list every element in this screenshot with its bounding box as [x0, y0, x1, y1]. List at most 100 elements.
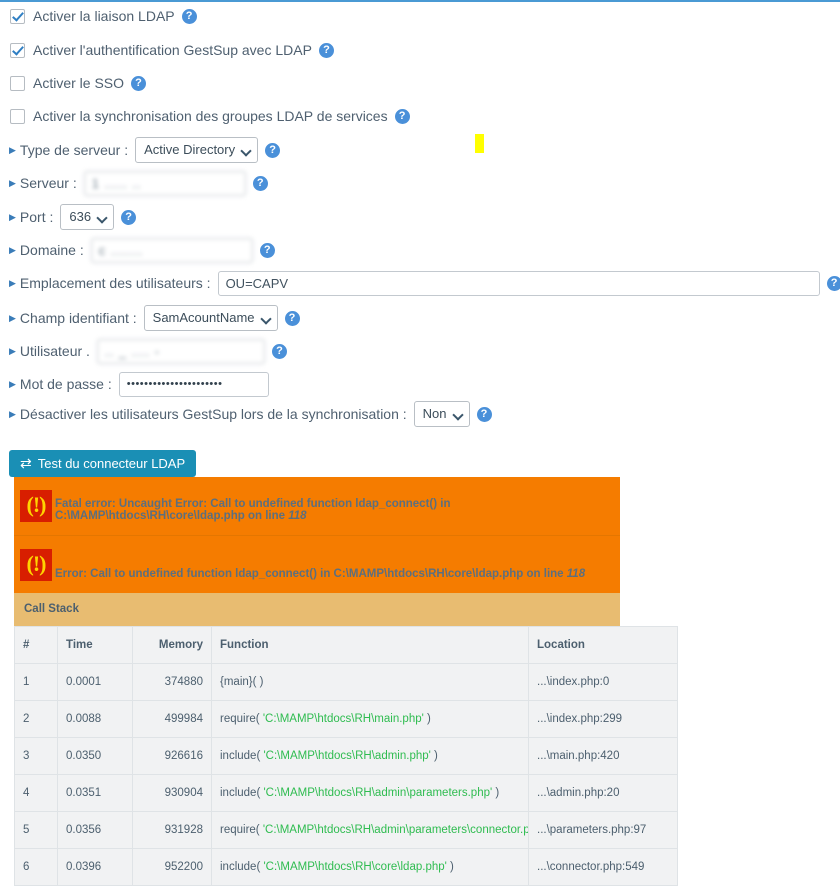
enable-gestsup-auth-label: Activer l'authentification GestSup avec …	[33, 42, 312, 58]
table-header-row: # Time Memory Function Location	[14, 626, 678, 664]
enable-group-sync-label: Activer la synchronisation des groupes L…	[33, 108, 388, 124]
checkbox-row-enable-group-sync[interactable]: Activer la synchronisation des groupes L…	[10, 105, 410, 127]
password-row: ▶ Mot de passe : ••••••••••••••••••••••	[9, 371, 269, 397]
cell-index: 2	[14, 700, 58, 738]
column-header-time: Time	[57, 626, 133, 664]
error-panel: (!) Fatal error: Uncaught Error: Call to …	[14, 477, 620, 593]
cell-index: 4	[14, 774, 58, 812]
help-icon[interactable]: ?	[826, 275, 840, 291]
column-header-function: Function	[211, 626, 529, 664]
server-type-label: Type de serveur :	[19, 142, 129, 158]
server-input[interactable]: 1 ..... ..	[83, 170, 246, 196]
help-icon[interactable]: ?	[265, 142, 281, 158]
user-location-input[interactable]: OU=CAPV	[217, 270, 820, 296]
id-field-select[interactable]: SamAcountName	[143, 305, 278, 331]
cell-location: ...\index.php:0	[528, 663, 678, 701]
test-ldap-connector-button[interactable]: ⇄ Test du connecteur LDAP	[9, 450, 197, 477]
column-header-location: Location	[528, 626, 678, 664]
table-row: 3 0.0350 926616 include( 'C:\MAMP\htdocs\RH…	[14, 737, 678, 775]
cell-location: ...\index.php:299	[528, 700, 678, 738]
bullet-caret-icon: ▶	[9, 177, 16, 188]
checkbox-row-enable-gestsup-auth[interactable]: Activer l'authentification GestSup avec …	[10, 39, 334, 61]
cell-location: ...\parameters.php:97	[528, 811, 678, 849]
error-text: Error: Call to undefined function ldap_c…	[55, 568, 586, 580]
help-icon[interactable]: ?	[252, 175, 268, 191]
help-icon[interactable]: ?	[259, 242, 275, 258]
call-stack-table: # Time Memory Function Location 1 0.0001 37488…	[14, 626, 678, 886]
enable-sso-checkbox[interactable]	[10, 75, 25, 91]
disable-users-select[interactable]: Non	[413, 401, 470, 427]
cell-time: 0.0350	[57, 737, 133, 775]
error-message-2: (!) Error: Call to undefined function lda…	[14, 535, 620, 593]
cell-index: 6	[14, 848, 58, 886]
cell-time: 0.0396	[57, 848, 133, 886]
bullet-caret-icon: ▶	[9, 378, 16, 389]
column-header-memory: Memory	[132, 626, 212, 664]
error-message-1: (!) Fatal error: Uncaught Error: Call to …	[14, 477, 620, 535]
help-icon[interactable]: ?	[318, 42, 334, 58]
id-field-label: Champ identifiant :	[19, 310, 137, 326]
password-label: Mot de passe :	[19, 376, 112, 392]
enable-group-sync-checkbox[interactable]	[10, 108, 25, 124]
cell-location: ...\connector.php:549	[528, 848, 678, 886]
domain-row: ▶ Domaine : c .......?	[9, 237, 275, 263]
bullet-caret-icon: ▶	[9, 312, 16, 323]
table-row: 2 0.0088 499984 require( 'C:\MAMP\htdocs\RH…	[14, 700, 678, 738]
password-input[interactable]: ••••••••••••••••••••••	[118, 371, 269, 397]
table-row: 4 0.0351 930904 include( 'C:\MAMP\htdocs\RH…	[14, 774, 678, 812]
cell-location: ...\main.php:420	[528, 737, 678, 775]
enable-ldap-link-checkbox[interactable]	[10, 8, 25, 24]
port-label: Port :	[19, 209, 54, 225]
help-icon[interactable]: ?	[284, 310, 300, 326]
call-stack-title: Call Stack	[14, 593, 620, 626]
checkbox-row-enable-ldap-link[interactable]: Activer la liaison LDAP?	[10, 5, 197, 27]
error-exclamation-icon: (!)	[20, 548, 52, 581]
enable-gestsup-auth-checkbox[interactable]	[10, 42, 25, 58]
checkbox-row-enable-sso[interactable]: Activer le SSO?	[10, 72, 147, 94]
cell-function: include( 'C:\MAMP\htdocs\RH\core\ldap.ph…	[211, 848, 529, 886]
server-type-select[interactable]: Active Directory	[135, 137, 259, 163]
cell-time: 0.0356	[57, 811, 133, 849]
cell-memory: 926616	[132, 737, 212, 775]
cell-memory: 930904	[132, 774, 212, 812]
cell-index: 5	[14, 811, 58, 849]
cell-memory: 952200	[132, 848, 212, 886]
user-input[interactable]: .. _ .... -	[96, 338, 265, 364]
id-field-row: ▶ Champ identifiant : SamAcountName?	[9, 305, 300, 331]
cell-time: 0.0001	[57, 663, 133, 701]
bullet-caret-icon: ▶	[9, 244, 16, 255]
bullet-caret-icon: ▶	[9, 345, 16, 356]
cell-time: 0.0351	[57, 774, 133, 812]
table-row: 6 0.0396 952200 include( 'C:\MAMP\htdocs\RH…	[14, 848, 678, 886]
table-row: 5 0.0356 931928 require( 'C:\MAMP\htdocs\RH…	[14, 811, 678, 849]
disable-users-label: Désactiver les utilisateurs GestSup lors…	[19, 406, 407, 422]
server-type-row: ▶ Type de serveur : Active Directory?	[9, 137, 281, 163]
user-label: Utilisateur .	[19, 343, 90, 359]
help-icon[interactable]: ?	[394, 108, 410, 124]
enable-ldap-link-label: Activer la liaison LDAP	[33, 8, 175, 24]
cell-memory: 931928	[132, 811, 212, 849]
test-button-label: Test du connecteur LDAP	[37, 456, 186, 471]
cell-memory: 499984	[132, 700, 212, 738]
port-select[interactable]: 636	[60, 204, 115, 230]
bullet-caret-icon: ▶	[9, 408, 16, 419]
help-icon[interactable]: ?	[271, 343, 287, 359]
cell-index: 1	[14, 663, 58, 701]
port-row: ▶ Port : 636?	[9, 204, 137, 230]
domain-label: Domaine :	[19, 242, 84, 258]
help-icon[interactable]: ?	[181, 8, 197, 24]
bullet-caret-icon: ▶	[9, 144, 16, 155]
cell-function: require( 'C:\MAMP\htdocs\RH\main.php' )	[211, 700, 529, 738]
help-icon[interactable]: ?	[131, 75, 147, 91]
cell-function: require( 'C:\MAMP\htdocs\RH\admin\parame…	[211, 811, 529, 849]
help-icon[interactable]: ?	[476, 406, 492, 422]
help-icon[interactable]: ?	[121, 209, 137, 225]
exchange-arrows-icon: ⇄	[20, 455, 32, 471]
cell-memory: 374880	[132, 663, 212, 701]
domain-input[interactable]: c .......	[90, 237, 253, 263]
cell-function: include( 'C:\MAMP\htdocs\RH\admin.php' )	[211, 737, 529, 775]
cell-index: 3	[14, 737, 58, 775]
cell-location: ...\admin.php:20	[528, 774, 678, 812]
top-border	[0, 0, 840, 2]
cell-function: {main}( )	[211, 663, 529, 701]
